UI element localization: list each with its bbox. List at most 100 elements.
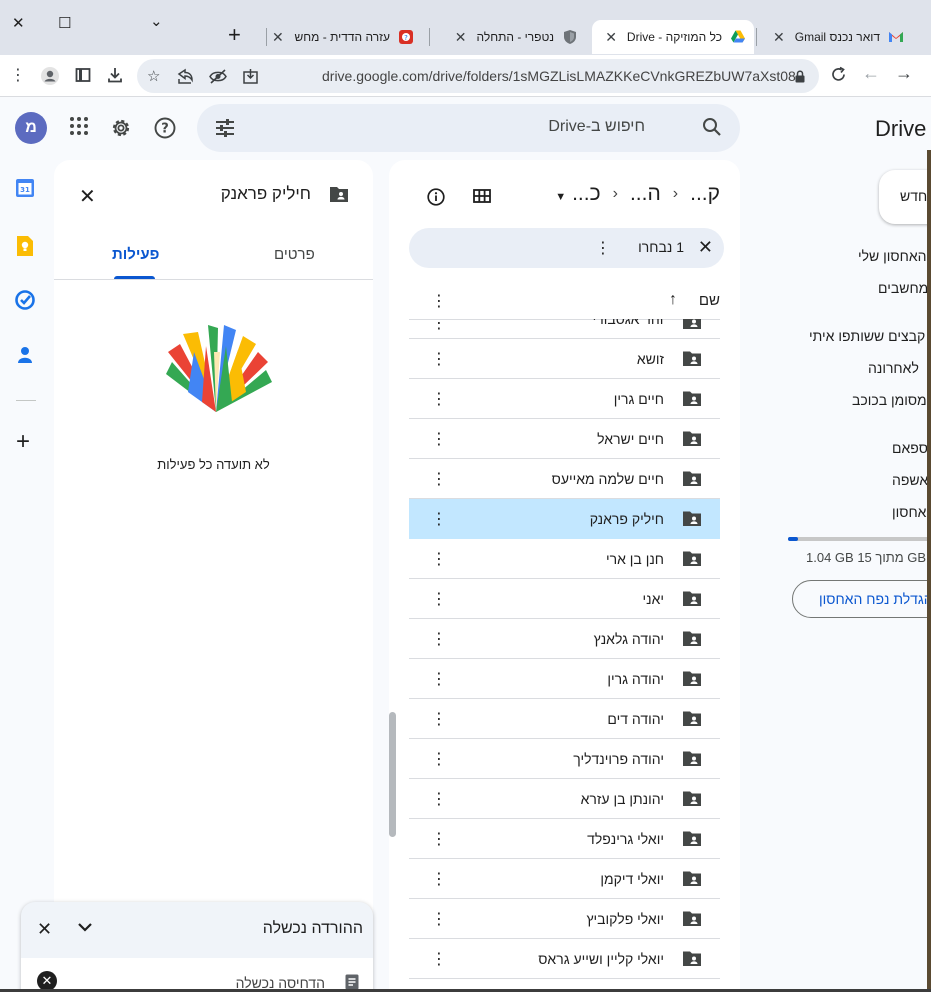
table-row[interactable]: חיים שלמה מאייעס ⋮ [409, 459, 720, 499]
row-more-icon[interactable]: ⋮ [431, 669, 447, 689]
window-close-button[interactable]: ✕ [12, 14, 25, 32]
row-more-icon[interactable]: ⋮ [431, 349, 447, 369]
help-circle-icon[interactable]: ? [154, 117, 176, 139]
download-icon[interactable] [106, 66, 124, 84]
nav-computers[interactable]: מחשבים [878, 280, 928, 296]
nav-starred[interactable]: מסומן בכוכב [852, 392, 927, 408]
table-row[interactable]: יהודה גלאנץ ⋮ [409, 619, 720, 659]
tab-close-icon[interactable]: ✕ [455, 29, 467, 46]
scrollbar[interactable] [389, 712, 396, 837]
table-row[interactable]: יואלי דיקמן ⋮ [409, 859, 720, 899]
row-more-icon[interactable]: ⋮ [431, 709, 447, 729]
forward-arrow-icon[interactable]: ← [862, 63, 880, 84]
table-row[interactable]: יואלי קליין ושייע גראס ⋮ [409, 939, 720, 979]
tab-activity[interactable]: פעילות [112, 246, 159, 263]
tab-gmail[interactable]: דואר נכנס Gmail ✕ [762, 20, 912, 54]
filter-tune-icon[interactable] [215, 119, 235, 137]
apps-grid-icon[interactable] [69, 116, 89, 136]
search-bar[interactable]: חיפוש ב-Drive [197, 104, 740, 152]
new-tab-button[interactable]: + [228, 22, 241, 48]
tab-netfree[interactable]: נטפרי - התחלה ✕ [436, 20, 586, 54]
share-icon[interactable] [177, 68, 194, 85]
search-input[interactable]: חיפוש ב-Drive [548, 118, 645, 136]
back-arrow-icon[interactable]: → [895, 63, 913, 84]
info-icon[interactable] [427, 188, 445, 206]
window-minimize-button[interactable]: ⌄ [150, 12, 163, 30]
row-more-icon[interactable]: ⋮ [431, 909, 447, 929]
side-panel-icon[interactable] [75, 67, 91, 83]
table-row[interactable]: חיליק פראנק ⋮ [409, 499, 720, 539]
column-name-label[interactable]: שם [699, 292, 720, 309]
bookmark-star-icon[interactable]: ☆ [147, 67, 160, 85]
table-row[interactable]: יהודה דים ⋮ [409, 699, 720, 739]
omnibox[interactable]: ☆ drive.google.com/drive/folders/1sMGZLi… [137, 59, 819, 93]
row-more-icon[interactable]: ⋮ [431, 589, 447, 609]
breadcrumb-item[interactable]: ה... [630, 182, 661, 206]
table-row[interactable]: יהודה גרין ⋮ [409, 659, 720, 699]
tab-close-icon[interactable]: ✕ [272, 29, 284, 46]
row-more-icon[interactable]: ⋮ [431, 629, 447, 649]
row-more-icon[interactable]: ⋮ [431, 749, 447, 769]
eye-off-icon[interactable] [209, 68, 227, 85]
row-more-icon[interactable]: ⋮ [431, 429, 447, 449]
tab-close-icon[interactable]: ✕ [773, 29, 785, 46]
table-row[interactable]: יהודה פרוינדליך ⋮ [409, 739, 720, 779]
keep-icon[interactable] [15, 235, 35, 257]
table-row[interactable]: זושא ⋮ [409, 339, 720, 379]
tab-details[interactable]: פרטים [274, 246, 315, 263]
row-more-icon[interactable]: ⋮ [431, 319, 447, 333]
download-item[interactable]: ✕ הדחיסה נכשלה [21, 958, 373, 992]
row-more-icon[interactable]: ⋮ [431, 789, 447, 809]
tab-help[interactable]: ? עזרה הדדית - מחש ✕ [272, 20, 422, 54]
tab-drive[interactable]: כל המוזיקה - Drive ✕ [592, 20, 754, 54]
breadcrumb-item-current[interactable]: כ... ▼ [555, 182, 600, 206]
table-row[interactable]: יהונתן בן עזרא ⋮ [409, 779, 720, 819]
column-more-icon[interactable]: ⋮ [431, 291, 447, 311]
table-row[interactable]: חיים ישראל ⋮ [409, 419, 720, 459]
close-details-button[interactable]: ✕ [79, 184, 96, 209]
settings-gear-icon[interactable] [110, 117, 132, 139]
tasks-icon[interactable] [15, 290, 35, 310]
row-more-icon[interactable]: ⋮ [431, 949, 447, 969]
table-row[interactable]: חיים גרין ⋮ [409, 379, 720, 419]
profile-icon[interactable] [40, 66, 60, 86]
nav-recent[interactable]: לאחרונה [868, 360, 919, 376]
install-app-icon[interactable] [242, 68, 259, 85]
calendar-icon[interactable]: 31 [15, 178, 35, 198]
table-row[interactable]: יואלי פלקוביץ ⋮ [409, 899, 720, 939]
chevron-down-icon[interactable] [77, 921, 93, 933]
nav-trash[interactable]: אשפה [892, 472, 928, 488]
row-more-icon[interactable]: ⋮ [431, 549, 447, 569]
table-row[interactable]: יואלי גרינפלד ⋮ [409, 819, 720, 859]
row-more-icon[interactable]: ⋮ [431, 509, 447, 529]
sort-arrow-up-icon[interactable]: ↑ [669, 291, 677, 309]
close-toast-button[interactable]: ✕ [37, 919, 52, 940]
clear-selection-button[interactable]: ✕ [698, 237, 713, 258]
table-row[interactable]: יאני ⋮ [409, 579, 720, 619]
new-button[interactable]: חדש [879, 170, 931, 224]
nav-my-drive[interactable]: האחסון שלי [858, 248, 927, 264]
row-more-icon[interactable]: ⋮ [431, 869, 447, 889]
contacts-icon[interactable] [15, 345, 35, 365]
add-addon-icon[interactable]: + [16, 428, 30, 456]
lock-icon[interactable] [794, 70, 806, 83]
search-icon[interactable] [702, 117, 722, 137]
breadcrumb-item[interactable]: ק... [690, 182, 720, 206]
window-maximize-button[interactable]: ☐ [58, 14, 71, 32]
nav-spam[interactable]: ספאם [892, 440, 928, 456]
nav-storage[interactable]: אחסון [892, 504, 926, 520]
table-row[interactable]: חנן בן ארי ⋮ [409, 539, 720, 579]
menu-icon[interactable]: ⋮ [10, 65, 26, 85]
tab-close-icon[interactable]: ✕ [605, 29, 617, 46]
nav-shared-with-me[interactable]: קבצים ששותפו איתי [809, 328, 925, 344]
avatar[interactable]: מ [15, 112, 47, 144]
get-more-storage-button[interactable]: הגדלת נפח האחסון [792, 580, 931, 618]
reload-icon[interactable] [830, 66, 847, 83]
table-row[interactable]: זהר אגסבורי ⋮ [409, 319, 720, 339]
row-more-icon[interactable]: ⋮ [431, 829, 447, 849]
url-text[interactable]: drive.google.com/drive/folders/1sMGZLisL… [322, 68, 796, 84]
grid-view-icon[interactable] [473, 189, 491, 203]
row-more-icon[interactable]: ⋮ [431, 469, 447, 489]
row-more-icon[interactable]: ⋮ [431, 389, 447, 409]
more-actions-icon[interactable]: ⋮ [595, 238, 611, 258]
